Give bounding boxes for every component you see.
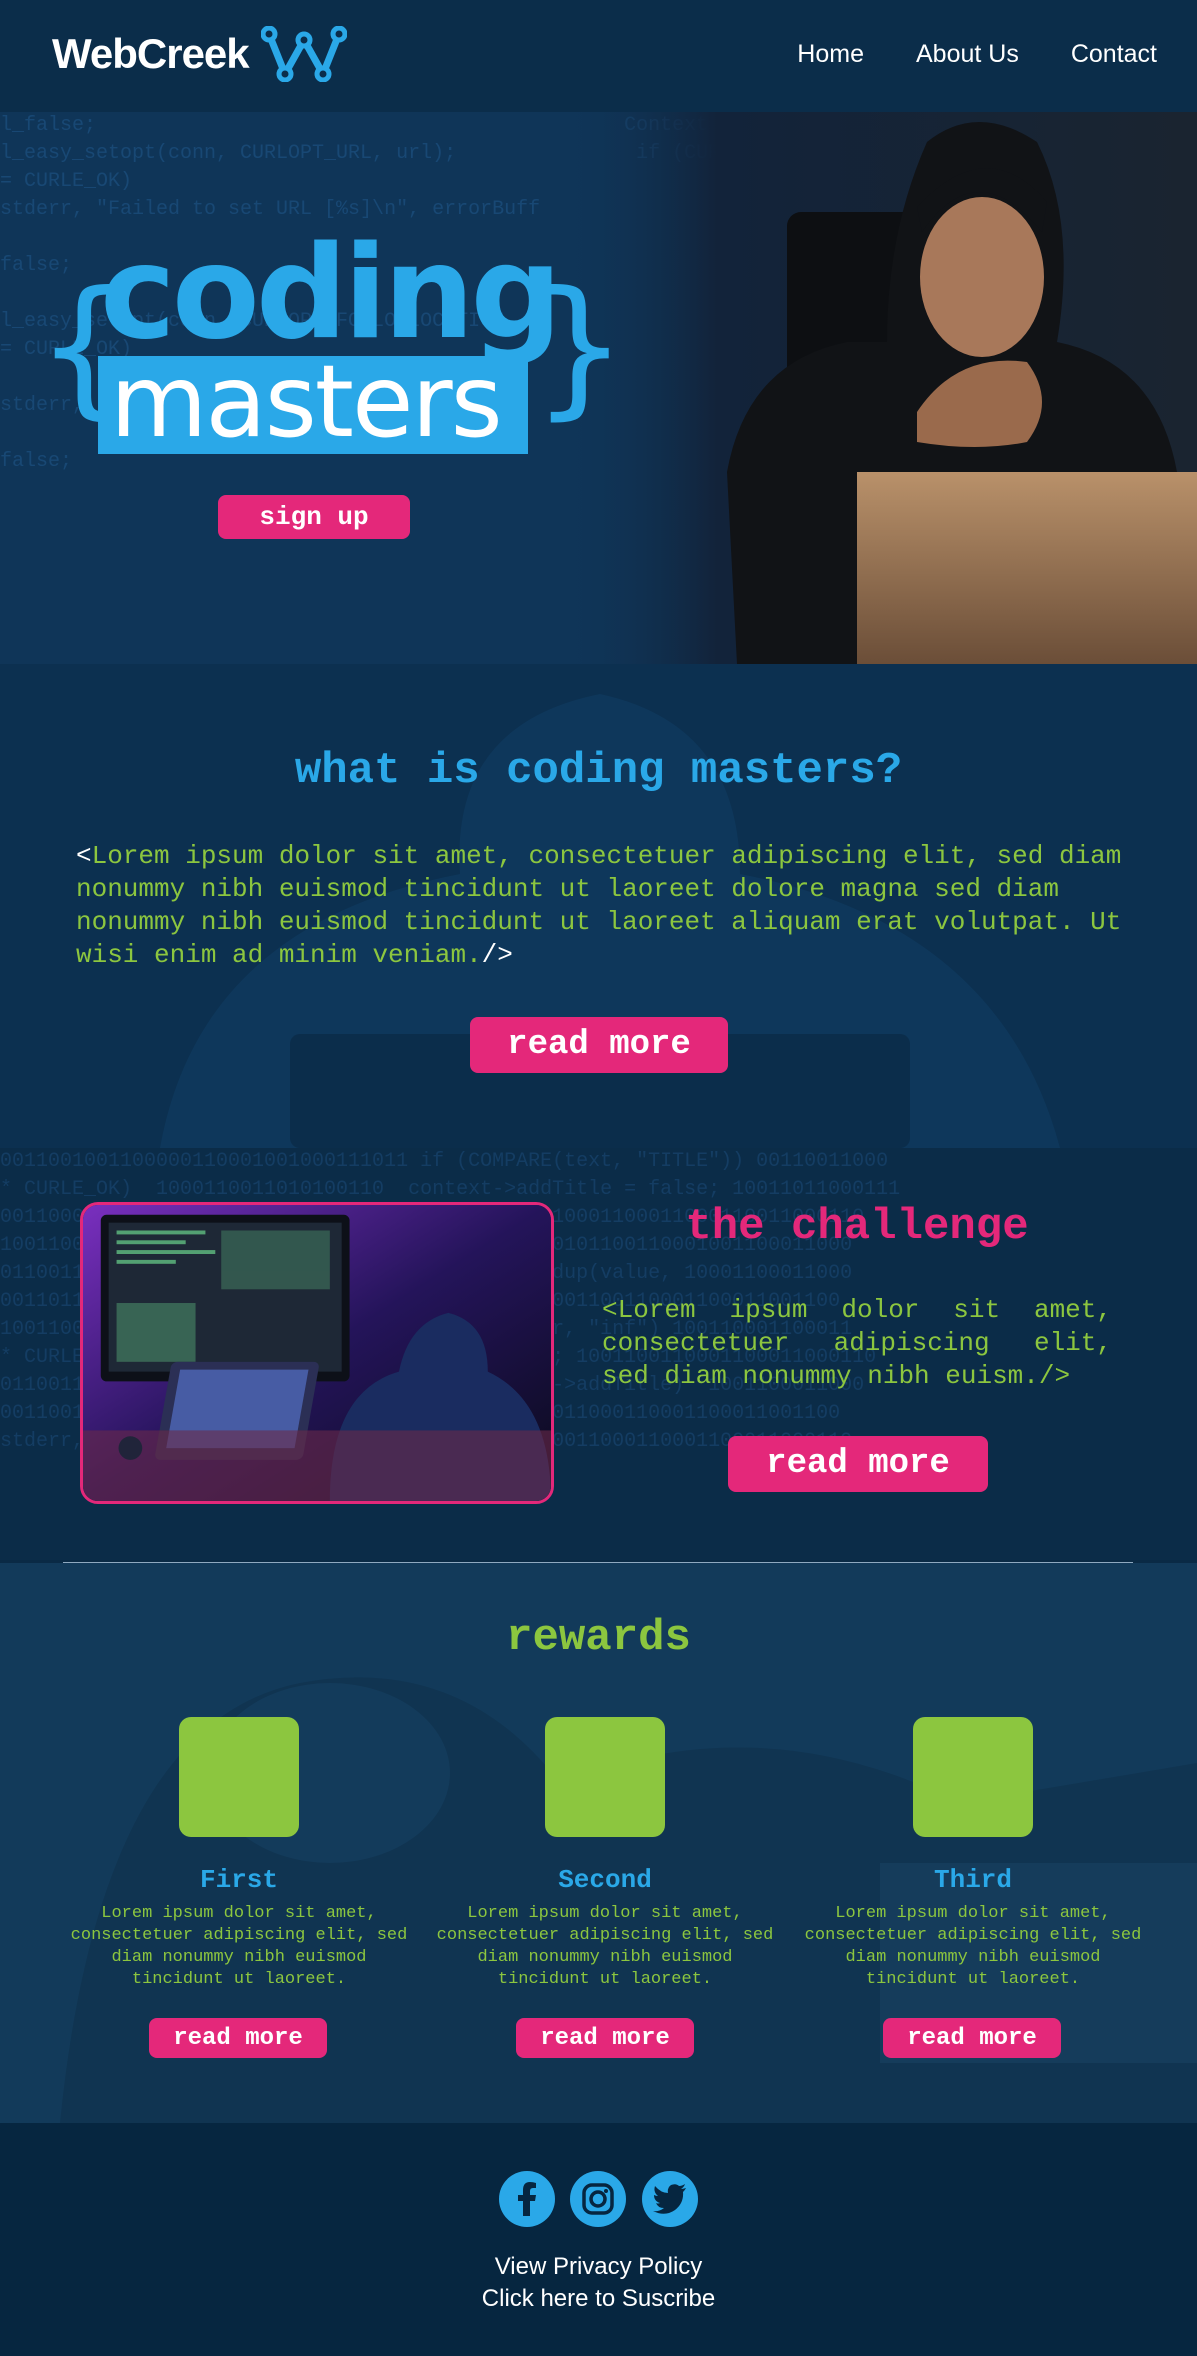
about-text: <Lorem ipsum dolor sit amet, consectetue… bbox=[76, 840, 1136, 972]
challenge-title: the challenge bbox=[685, 1202, 1029, 1252]
about-close-tag: /> bbox=[481, 940, 513, 970]
challenge-open-tag: < bbox=[602, 1295, 618, 1325]
site-header: WebCreek Home About Us Contact bbox=[0, 0, 1197, 112]
challenge-photo bbox=[80, 1202, 554, 1504]
site-footer: View Privacy Policy Click here to Suscri… bbox=[0, 2123, 1197, 2356]
facebook-icon[interactable] bbox=[499, 2171, 555, 2227]
reward-first-read-more-button[interactable]: read more bbox=[149, 2018, 327, 2058]
reward-card-second: Second Lorem ipsum dolor sit amet, conse… bbox=[435, 1717, 775, 1991]
hero-hacker-photo bbox=[557, 112, 1197, 664]
about-body: Lorem ipsum dolor sit amet, consectetuer… bbox=[76, 841, 1122, 970]
reward-title: Second bbox=[558, 1865, 652, 1895]
challenge-text: <Lorem ipsum dolor sit amet, consectetue… bbox=[602, 1294, 1112, 1393]
nav-contact[interactable]: Contact bbox=[1071, 40, 1157, 69]
about-read-more-button[interactable]: read more bbox=[470, 1017, 728, 1073]
about-open-tag: < bbox=[76, 841, 92, 871]
hero-title-masters: masters bbox=[110, 343, 503, 460]
reward-card-first: First Lorem ipsum dolor sit amet, consec… bbox=[69, 1717, 409, 1991]
reward-description: Lorem ipsum dolor sit amet, consectetuer… bbox=[804, 1904, 1142, 1989]
nav-home[interactable]: Home bbox=[797, 40, 864, 69]
twitter-icon[interactable] bbox=[642, 2171, 698, 2227]
reward-title: First bbox=[199, 1865, 278, 1895]
logo-mark-icon bbox=[260, 26, 347, 82]
hero-title-coding: coding bbox=[100, 219, 562, 368]
reward-description: Lorem ipsum dolor sit amet, consectetuer… bbox=[436, 1904, 774, 1989]
instagram-icon[interactable] bbox=[570, 2171, 626, 2227]
nav-about-us[interactable]: About Us bbox=[916, 40, 1019, 69]
challenge-body: Lorem ipsum dolor sit amet, consectetuer… bbox=[602, 1295, 1112, 1391]
reward-card-third: Third Lorem ipsum dolor sit amet, consec… bbox=[803, 1717, 1143, 1991]
about-section: what is coding masters? <Lorem ipsum dol… bbox=[0, 664, 1197, 1148]
signup-button[interactable]: sign up bbox=[218, 495, 410, 539]
reward-third-read-more-button[interactable]: read more bbox=[883, 2018, 1061, 2058]
logo[interactable]: WebCreek bbox=[52, 26, 347, 82]
main-nav: Home About Us Contact bbox=[797, 40, 1157, 69]
reward-title: Third bbox=[933, 1865, 1012, 1895]
reward-image-placeholder bbox=[179, 1717, 299, 1837]
hero-section: l_false; Context *con l_easy_setopt(conn… bbox=[0, 112, 1197, 664]
reward-second-read-more-button[interactable]: read more bbox=[516, 2018, 694, 2058]
privacy-policy-link[interactable]: View Privacy Policy bbox=[0, 2253, 1197, 2281]
logo-text: WebCreek bbox=[52, 30, 250, 77]
reward-image-placeholder bbox=[913, 1717, 1033, 1837]
challenge-close-tag: /> bbox=[1038, 1361, 1071, 1391]
rewards-title: rewards bbox=[506, 1613, 691, 1663]
challenge-read-more-button[interactable]: read more bbox=[728, 1436, 988, 1492]
rewards-section: rewards First Lorem ipsum dolor sit amet… bbox=[0, 1563, 1197, 2123]
reward-image-placeholder bbox=[545, 1717, 665, 1837]
brace-close: } bbox=[532, 260, 628, 434]
about-title: what is coding masters? bbox=[294, 746, 903, 796]
subscribe-link[interactable]: Click here to Suscribe bbox=[0, 2285, 1197, 2313]
challenge-section: 0011001001100000110001001000111011 if (C… bbox=[0, 1148, 1197, 1560]
reward-description: Lorem ipsum dolor sit amet, consectetuer… bbox=[70, 1904, 408, 1989]
